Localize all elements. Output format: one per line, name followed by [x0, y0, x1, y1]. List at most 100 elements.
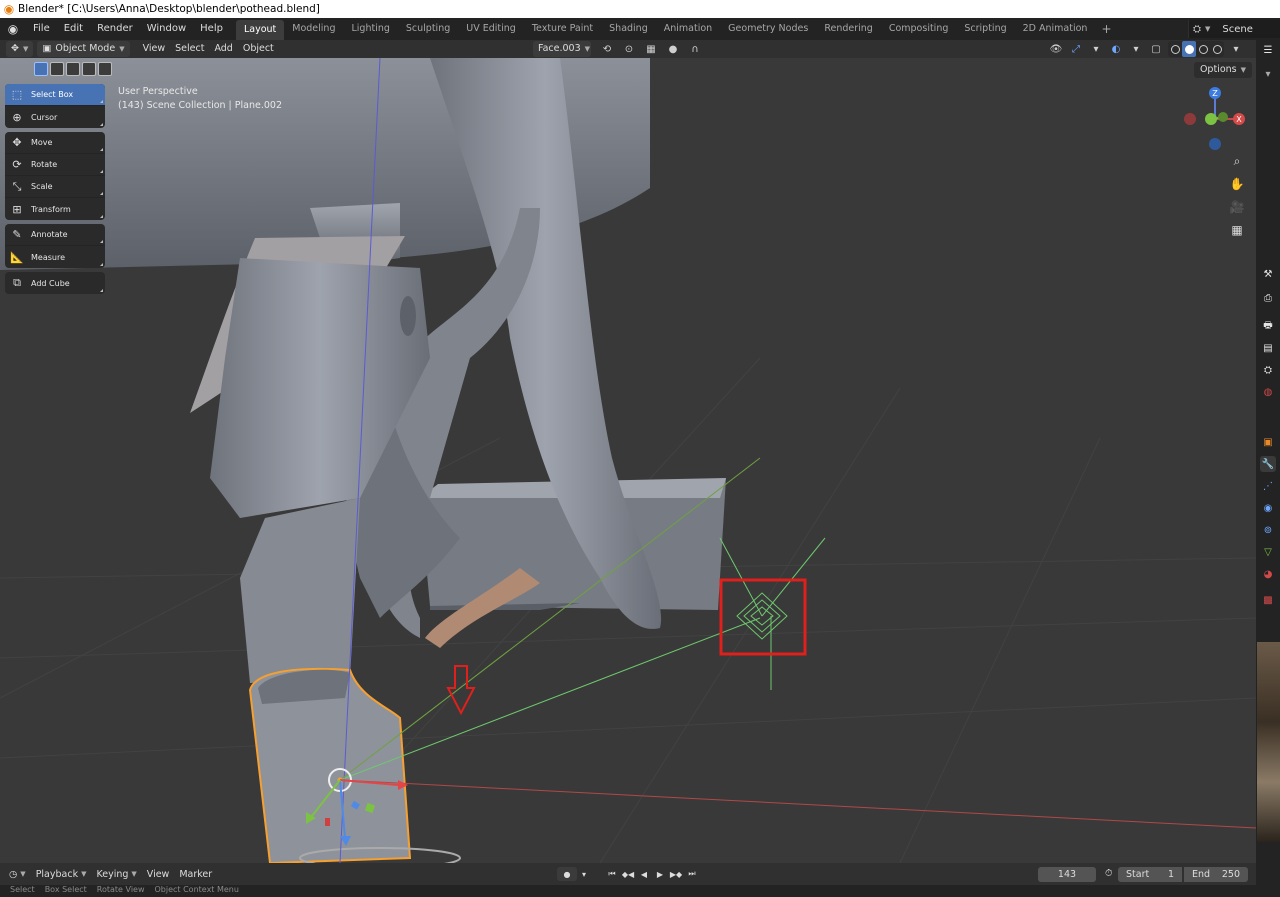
- tab-uv-editing[interactable]: UV Editing: [458, 18, 524, 40]
- snap-target-icon[interactable]: ▦: [643, 41, 659, 57]
- zoom-icon[interactable]: ⌕: [1226, 150, 1248, 172]
- tool-move[interactable]: ✥ Move: [5, 132, 105, 154]
- tool-rotate[interactable]: ⟳ Rotate: [5, 154, 105, 176]
- tool-transform[interactable]: ⊞ Transform: [5, 198, 105, 220]
- prev-keyframe-icon[interactable]: ◆◀: [621, 867, 635, 881]
- tab-rendering[interactable]: Rendering: [816, 18, 881, 40]
- menu-render[interactable]: Render: [90, 18, 140, 40]
- menu-help[interactable]: Help: [193, 18, 230, 40]
- add-workspace-button[interactable]: +: [1095, 22, 1117, 36]
- viewport-menu-add[interactable]: Add: [209, 41, 237, 57]
- editor-type-button[interactable]: ✥ ▼: [6, 41, 34, 57]
- timeline-menu-view[interactable]: View: [142, 869, 175, 880]
- select-invert-icon[interactable]: [82, 62, 96, 76]
- proportional-edit-icon[interactable]: ●: [665, 41, 681, 57]
- modifier-properties-icon[interactable]: 🔧: [1260, 456, 1276, 472]
- object-properties-icon[interactable]: ▣: [1260, 434, 1276, 450]
- viewport-menu-object[interactable]: Object: [238, 41, 279, 57]
- gizmo-toggle-icon[interactable]: ⤢: [1068, 41, 1084, 57]
- select-intersect-icon[interactable]: [98, 62, 112, 76]
- tool-measure[interactable]: 📐 Measure: [5, 246, 105, 268]
- timeline-menu-marker[interactable]: Marker: [174, 869, 217, 880]
- object-data-icon[interactable]: ▽: [1260, 544, 1276, 560]
- wireframe-shading-button[interactable]: [1168, 41, 1182, 57]
- chevron-down-icon[interactable]: ▾: [1088, 41, 1104, 57]
- timeline-menu-keying[interactable]: Keying ▼: [91, 869, 141, 880]
- menu-file[interactable]: File: [26, 18, 57, 40]
- tab-scripting[interactable]: Scripting: [956, 18, 1014, 40]
- blender-menu-icon[interactable]: ◉: [0, 22, 26, 36]
- tab-shading[interactable]: Shading: [601, 18, 656, 40]
- timeline-menu-playback[interactable]: Playback ▼: [31, 869, 92, 880]
- material-shading-button[interactable]: [1196, 41, 1210, 57]
- tool-scale[interactable]: ⤡ Scale: [5, 176, 105, 198]
- physics-icon[interactable]: ◉: [1260, 500, 1276, 516]
- world-properties-icon[interactable]: ◍: [1260, 384, 1276, 400]
- jump-end-icon[interactable]: ⏭: [685, 867, 699, 881]
- tool-properties-icon[interactable]: ⚒: [1260, 266, 1276, 282]
- snap-toggle-icon[interactable]: ⊙: [621, 41, 637, 57]
- play-reverse-icon[interactable]: ◀: [637, 867, 651, 881]
- select-subtract-icon[interactable]: [66, 62, 80, 76]
- particles-icon[interactable]: ⋰: [1260, 478, 1276, 494]
- tool-cursor[interactable]: ⊕ Cursor: [5, 106, 105, 128]
- solid-shading-button[interactable]: [1182, 41, 1196, 57]
- tab-geometry-nodes[interactable]: Geometry Nodes: [720, 18, 816, 40]
- falloff-icon[interactable]: ∩: [687, 41, 703, 57]
- menu-window[interactable]: Window: [140, 18, 193, 40]
- current-frame-field[interactable]: 143: [1038, 867, 1096, 882]
- mode-selector[interactable]: ▣ Object Mode ▼: [37, 41, 130, 57]
- outliner-icon[interactable]: ☰: [1260, 42, 1276, 58]
- camera-view-icon[interactable]: 🎥: [1226, 196, 1248, 218]
- tool-select-box[interactable]: ⬚ Select Box: [5, 84, 105, 106]
- tool-add-cube[interactable]: ⧉ Add Cube: [5, 272, 105, 294]
- xray-toggle-icon[interactable]: ▢: [1148, 41, 1164, 57]
- select-extend-icon[interactable]: [50, 62, 64, 76]
- tab-animation[interactable]: Animation: [656, 18, 720, 40]
- view-layer-icon[interactable]: ▤: [1260, 340, 1276, 356]
- render-properties-icon[interactable]: ⎙: [1260, 290, 1276, 306]
- play-icon[interactable]: ▶: [653, 867, 667, 881]
- viewport-menu-select[interactable]: Select: [170, 41, 209, 57]
- menu-edit[interactable]: Edit: [57, 18, 90, 40]
- orientation-label: Face.003: [538, 43, 581, 54]
- timeline-editor-type[interactable]: ◷ ▼: [4, 869, 31, 880]
- select-new-icon[interactable]: [34, 62, 48, 76]
- rendered-shading-button[interactable]: [1210, 41, 1224, 57]
- scene-selector[interactable]: ⛭ ▼ Scene: [1188, 20, 1280, 38]
- perspective-grid-icon[interactable]: ▦: [1226, 219, 1248, 241]
- tab-2d-animation[interactable]: 2D Animation: [1015, 18, 1096, 40]
- chevron-down-icon[interactable]: ▾: [579, 867, 589, 881]
- navigation-gizmo[interactable]: Z X: [1180, 84, 1250, 154]
- pan-hand-icon[interactable]: ✋: [1226, 173, 1248, 195]
- tab-modeling[interactable]: Modeling: [284, 18, 343, 40]
- chevron-down-icon[interactable]: ▾: [1228, 41, 1244, 57]
- tab-layout[interactable]: Layout: [235, 20, 285, 40]
- scene-properties-icon[interactable]: ⛭: [1260, 362, 1276, 378]
- tab-sculpting[interactable]: Sculpting: [398, 18, 458, 40]
- options-dropdown[interactable]: Options ▼: [1193, 62, 1252, 78]
- material-properties-icon[interactable]: ◕: [1260, 566, 1276, 582]
- start-frame-field[interactable]: Start 1: [1118, 867, 1182, 882]
- collapse-arrow-icon[interactable]: ▾: [1260, 66, 1276, 82]
- overlay-toggle-icon[interactable]: ◐: [1108, 41, 1124, 57]
- viewport-menu-view[interactable]: View: [138, 41, 171, 57]
- orientation-selector[interactable]: Face.003 ▼: [533, 41, 591, 57]
- jump-start-icon[interactable]: ⏮: [605, 867, 619, 881]
- tab-lighting[interactable]: Lighting: [343, 18, 397, 40]
- texture-properties-icon[interactable]: ▩: [1260, 592, 1276, 608]
- pivot-point-icon[interactable]: ⟲: [599, 41, 615, 57]
- record-icon[interactable]: ●: [557, 867, 577, 881]
- next-keyframe-icon[interactable]: ▶◆: [669, 867, 683, 881]
- tab-texture-paint[interactable]: Texture Paint: [524, 18, 601, 40]
- chevron-down-icon: ▼: [20, 870, 26, 878]
- tab-compositing[interactable]: Compositing: [881, 18, 957, 40]
- visibility-icon[interactable]: 👁: [1048, 41, 1064, 57]
- end-frame-field[interactable]: End 250: [1184, 867, 1248, 882]
- chevron-down-icon[interactable]: ▾: [1128, 41, 1144, 57]
- constraints-icon[interactable]: ⊚: [1260, 522, 1276, 538]
- output-properties-icon[interactable]: 🖶: [1260, 318, 1276, 334]
- stopwatch-icon[interactable]: ⏱: [1100, 868, 1117, 879]
- 3d-viewport[interactable]: Options ▼ User Perspective (143) Scene C…: [0, 58, 1256, 863]
- tool-annotate[interactable]: ✎ Annotate: [5, 224, 105, 246]
